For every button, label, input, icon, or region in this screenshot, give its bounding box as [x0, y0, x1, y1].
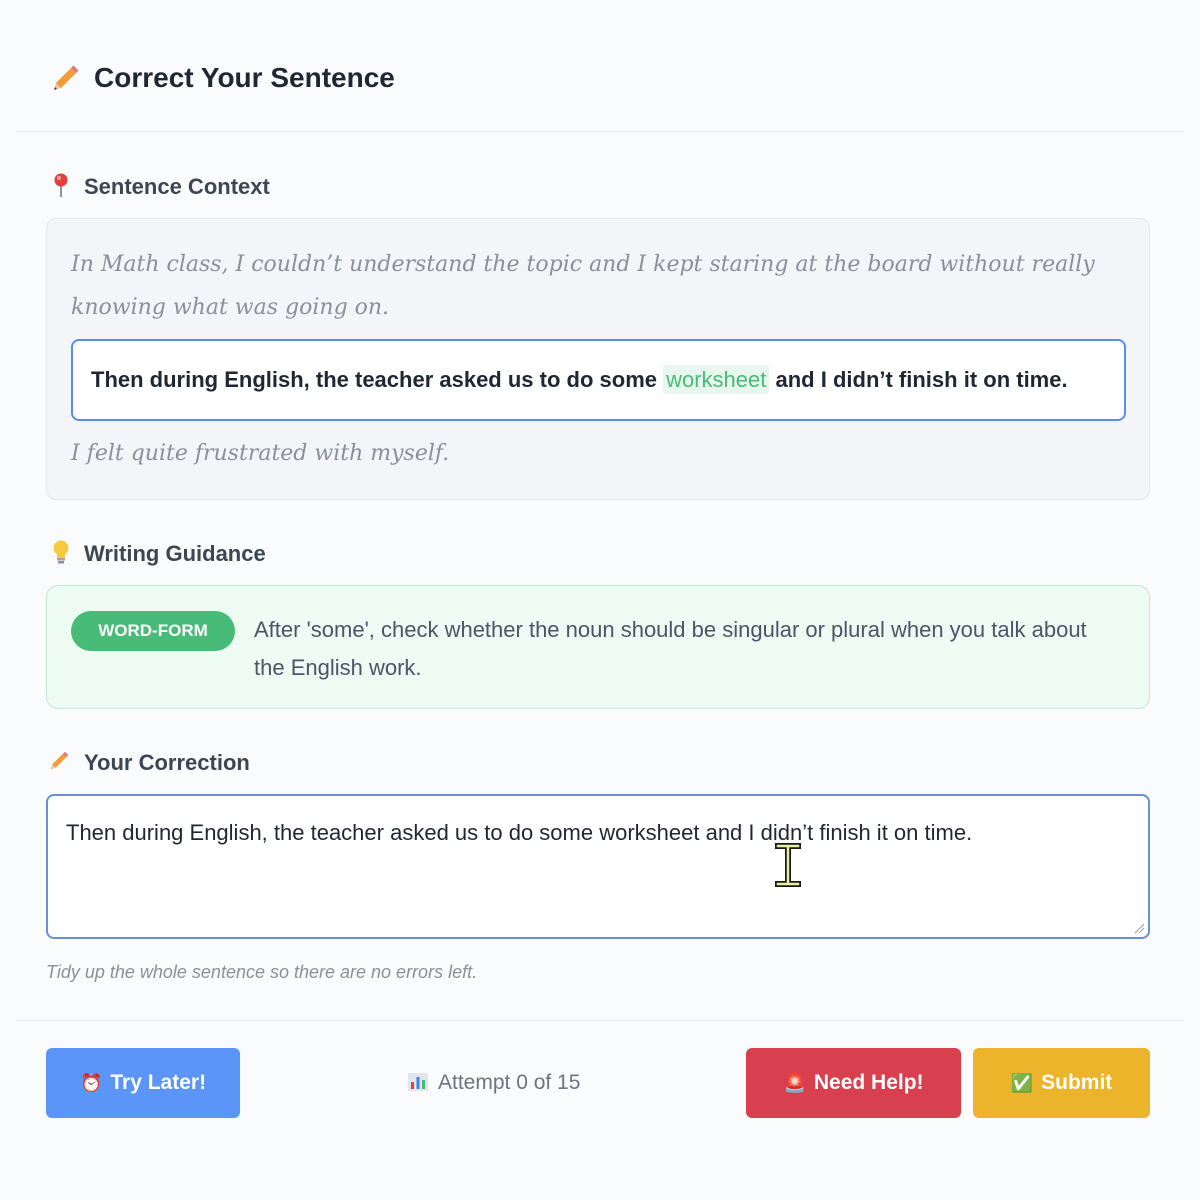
footer: ⏰ Try Later! Attempt 0 of 15 🚨 Need Help! … — [16, 1020, 1184, 1134]
siren-icon: 🚨 — [783, 1073, 806, 1094]
header: Correct Your Sentence — [16, 18, 1184, 132]
lightbulb-icon — [53, 540, 69, 564]
text-cursor-icon — [775, 843, 801, 887]
pencil-icon — [54, 65, 79, 90]
target-sentence: Then during English, the teacher asked u… — [71, 339, 1126, 421]
attempt-counter: Attempt 0 of 15 — [408, 1071, 580, 1095]
pin-icon — [54, 173, 68, 197]
correction-text[interactable]: Then during English, the teacher asked u… — [66, 820, 972, 846]
section-label-guidance: Writing Guidance — [84, 541, 266, 566]
section-label-correction: Your Correction — [84, 750, 250, 775]
bar-chart-icon — [408, 1073, 428, 1091]
correction-card: Correct Your Sentence Sentence Context I… — [16, 18, 1184, 1134]
correction-textarea[interactable]: Then during English, the teacher asked u… — [46, 794, 1150, 939]
submit-button[interactable]: ✅ Submit — [973, 1048, 1150, 1118]
try-later-button[interactable]: ⏰ Try Later! — [46, 1048, 240, 1118]
category-badge: WORD-FORM — [71, 611, 235, 651]
target-sentence-text: Then during English, the teacher asked u… — [91, 365, 1068, 394]
need-help-label: Need Help! — [813, 1071, 924, 1094]
target-end: and I didn’t finish it on time. — [769, 367, 1068, 392]
correction-hint: Tidy up the whole sentence so there are … — [46, 962, 478, 982]
context-box: In Math class, I couldn’t understand the… — [46, 218, 1150, 500]
context-after: I felt quite frustrated with myself. — [71, 441, 450, 466]
error-highlight: worksheet — [663, 365, 770, 394]
guidance-box: WORD-FORM After 'some', check whether th… — [46, 585, 1150, 709]
check-mark-icon: ✅ — [1010, 1073, 1034, 1094]
page-title: Correct Your Sentence — [94, 62, 395, 93]
alarm-clock-icon: ⏰ — [79, 1073, 103, 1094]
submit-label: Submit — [1041, 1071, 1113, 1094]
try-later-label: Try Later! — [110, 1071, 207, 1094]
pencil-icon — [50, 751, 69, 770]
attempt-text: Attempt 0 of 15 — [438, 1071, 581, 1094]
context-before: In Math class, I couldn’t understand the… — [71, 252, 1095, 320]
guidance-text: After 'some', check whether the noun sho… — [254, 617, 1087, 680]
target-start: Then during English, the teacher asked u… — [91, 367, 664, 392]
need-help-button[interactable]: 🚨 Need Help! — [746, 1048, 961, 1118]
resize-handle-icon[interactable] — [1133, 922, 1145, 934]
section-label-context: Sentence Context — [84, 174, 270, 199]
